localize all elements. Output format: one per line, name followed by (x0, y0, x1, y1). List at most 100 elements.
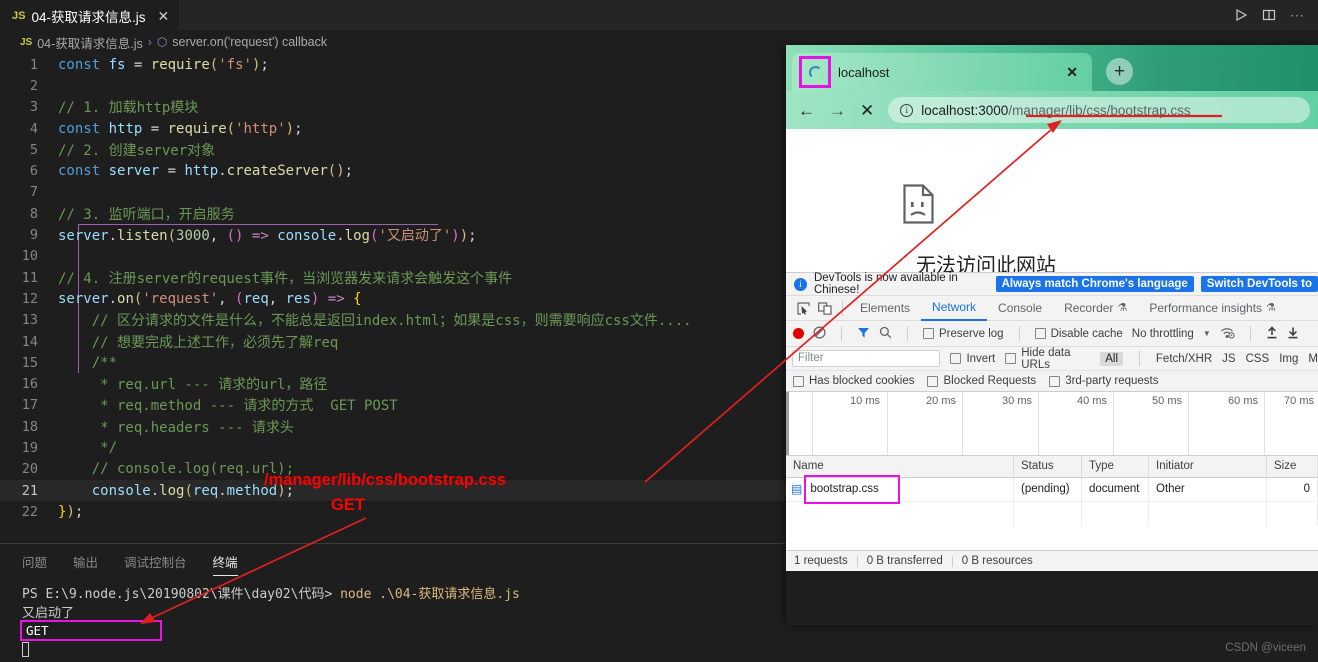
loading-spinner-icon (808, 65, 822, 79)
line-number: 7 (29, 184, 38, 201)
resource-type-media[interactable]: M (1308, 353, 1318, 365)
symbol-cube-icon: ⬡ (156, 35, 168, 49)
disable-cache-checkbox[interactable]: Disable cache (1034, 328, 1123, 340)
timeline-left-edge (786, 392, 789, 455)
line-number: 1 (29, 56, 38, 73)
divider (951, 555, 953, 567)
timeline-tick: 10 ms (850, 395, 880, 407)
error-message: 无法访问此网站 (916, 255, 1056, 272)
tab-performance-insights[interactable]: Performance insights ⚗ (1138, 296, 1287, 321)
resource-type-fetch-xhr[interactable]: Fetch/XHR (1156, 353, 1212, 365)
checkbox[interactable] (1005, 353, 1017, 364)
toggle-device-toolbar-icon[interactable] (814, 298, 836, 318)
timeline-tick: 20 ms (926, 395, 956, 407)
chrome-tab[interactable]: localhost ✕ (792, 53, 1092, 91)
line-number: 13 (21, 312, 38, 329)
search-icon[interactable] (879, 326, 892, 342)
column-header-name[interactable]: Name (786, 455, 1014, 478)
network-conditions-icon[interactable] (1220, 326, 1235, 342)
column-header-type[interactable]: Type (1082, 455, 1149, 478)
checkbox[interactable] (793, 375, 804, 387)
hide-data-urls-checkbox[interactable]: Hide data URLs (1005, 347, 1090, 371)
chevron-down-icon[interactable]: ▼ (1203, 329, 1211, 338)
timeline-tick: 60 ms (1228, 395, 1258, 407)
back-icon[interactable]: ← (798, 102, 815, 119)
panel-tab-terminal[interactable]: 终端 (212, 552, 238, 576)
address-bar-url: localhost:3000/manager/lib/css/bootstrap… (921, 103, 1190, 118)
column-header-size[interactable]: Size (1267, 455, 1318, 478)
line-number: 8 (29, 205, 38, 222)
editor-tab-label: 04-获取请求信息.js (31, 9, 146, 25)
clear-icon[interactable] (813, 325, 826, 342)
terminal-cursor (22, 642, 29, 657)
close-icon[interactable]: ✕ (157, 9, 169, 23)
timeline-tick: 50 ms (1152, 395, 1182, 407)
column-header-initiator[interactable]: Initiator (1149, 455, 1267, 478)
tab-recorder[interactable]: Recorder ⚗ (1053, 296, 1138, 321)
resource-type-css[interactable]: CSS (1246, 353, 1270, 365)
invert-checkbox[interactable]: Invert (950, 353, 995, 365)
checkbox[interactable] (1034, 328, 1046, 339)
has-blocked-cookies-checkbox[interactable]: Has blocked cookies (793, 375, 914, 387)
checkbox[interactable] (950, 353, 962, 364)
match-chrome-language-button[interactable]: Always match Chrome's language (995, 276, 1194, 292)
transferred-size: 0 B transferred (866, 555, 943, 567)
timeline-tick: 30 ms (1002, 395, 1032, 407)
sad-document-icon (903, 184, 934, 224)
network-timeline[interactable]: 10 ms 20 ms 30 ms 40 ms 50 ms 60 ms 70 m… (786, 392, 1318, 456)
screenshot-root: JS 04-获取请求信息.js ✕ ⋯ JS 04-获取请求信息.js › ⬡ … (0, 0, 1318, 662)
checkbox[interactable] (923, 328, 934, 339)
inspect-element-icon[interactable] (792, 298, 814, 318)
table-row[interactable]: ▤ bootstrap.css (pending) document Other… (786, 475, 1318, 504)
run-icon[interactable] (1234, 8, 1248, 22)
filter-icon[interactable] (857, 326, 870, 342)
request-name-cell[interactable]: ▤ bootstrap.css (786, 475, 1014, 504)
flask-icon: ⚗ (1117, 302, 1128, 314)
third-party-requests-label: 3rd-party requests (1065, 375, 1159, 387)
info-icon: i (794, 277, 807, 291)
checkbox[interactable] (1049, 375, 1061, 387)
panel-tab-problems[interactable]: 问题 (22, 552, 47, 576)
banner-text: DevTools is now available in Chinese! (814, 272, 958, 296)
breadcrumb-symbol[interactable]: server.on('request') callback (172, 35, 327, 49)
resource-type-js[interactable]: JS (1222, 353, 1235, 365)
more-actions-icon[interactable]: ⋯ (1290, 8, 1304, 22)
network-toolbar: Preserve log Disable cache No throttling… (786, 321, 1318, 347)
divider (841, 326, 842, 341)
url-path: /manager/lib/css/bootstrap.css (1008, 102, 1191, 118)
new-tab-button[interactable]: + (1106, 58, 1133, 85)
panel-tab-debug-console[interactable]: 调试控制台 (124, 552, 187, 576)
stop-loading-icon[interactable]: ✕ (860, 102, 874, 119)
line-number: 3 (29, 99, 38, 116)
split-editor-icon[interactable] (1262, 8, 1276, 22)
address-bar[interactable]: i localhost:3000/manager/lib/css/bootstr… (888, 97, 1310, 123)
switch-devtools-button[interactable]: Switch DevTools to (1200, 276, 1318, 292)
breadcrumb-file[interactable]: 04-获取请求信息.js (37, 33, 143, 52)
tab-performance-insights-label: Performance insights (1149, 301, 1263, 315)
site-info-icon[interactable]: i (900, 103, 914, 117)
filter-input[interactable]: Filter (792, 350, 941, 367)
tab-network[interactable]: Network (921, 296, 988, 321)
checkbox[interactable] (927, 375, 939, 387)
record-icon[interactable] (793, 328, 804, 339)
forward-icon[interactable]: → (829, 102, 846, 119)
invert-label: Invert (966, 352, 996, 365)
blocked-requests-checkbox[interactable]: Blocked Requests (927, 375, 1036, 387)
resource-type-img[interactable]: Img (1279, 353, 1298, 365)
terminal-get-highlight: GET (20, 620, 162, 641)
column-header-status[interactable]: Status (1014, 455, 1082, 478)
preserve-log-checkbox[interactable]: Preserve log (923, 328, 1004, 340)
third-party-requests-checkbox[interactable]: 3rd-party requests (1049, 375, 1159, 387)
tab-console[interactable]: Console (987, 296, 1053, 321)
panel-tab-output[interactable]: 输出 (73, 552, 98, 576)
tab-elements[interactable]: Elements (849, 296, 921, 321)
export-har-icon[interactable] (1287, 326, 1299, 342)
import-har-icon[interactable] (1266, 325, 1278, 342)
throttling-select[interactable]: No throttling (1132, 328, 1194, 340)
editor-tab-active[interactable]: JS 04-获取请求信息.js ✕ (0, 0, 181, 30)
resource-type-all[interactable]: All (1100, 351, 1124, 366)
close-icon[interactable]: ✕ (1066, 64, 1078, 81)
request-count: 1 requests (794, 555, 848, 567)
url-host: localhost:3000 (921, 102, 1009, 118)
breadcrumb-js-icon: JS (20, 36, 33, 48)
